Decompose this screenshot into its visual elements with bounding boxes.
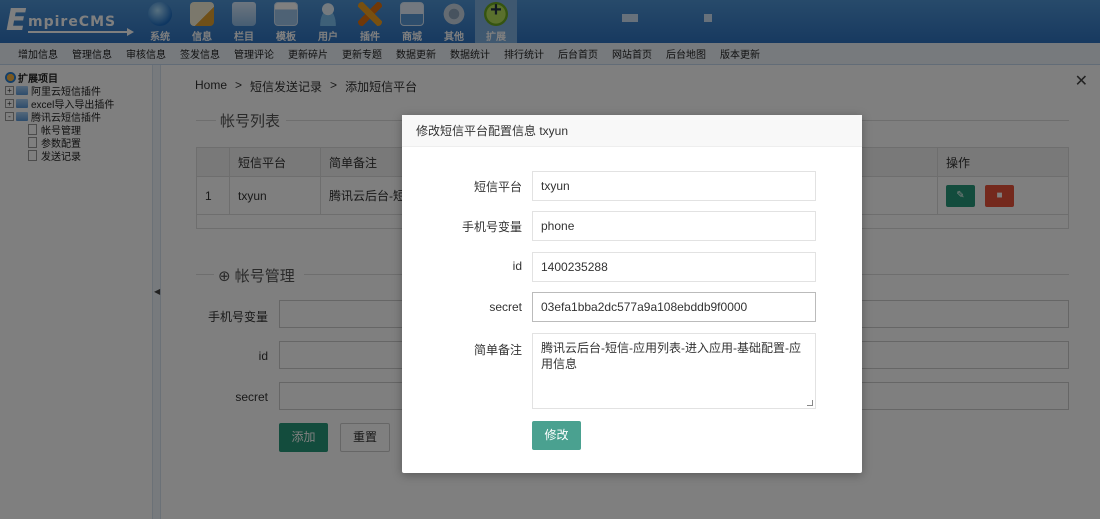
secret-label: secret	[489, 300, 522, 314]
modify-button[interactable]: 修改	[532, 421, 581, 450]
modal-title: 修改短信平台配置信息 txyun	[402, 115, 862, 147]
id-input[interactable]: 1400235288	[532, 252, 816, 282]
resize-handle-icon[interactable]	[807, 400, 813, 406]
note-text: 腾讯云后台-短信-应用列表-进入应用-基础配置-应用信息	[541, 341, 801, 371]
platform-input[interactable]: txyun	[532, 171, 816, 201]
secret-input[interactable]: 03efa1bba2dc577a9a108ebddb9f0000	[532, 292, 816, 322]
note-textarea[interactable]: 腾讯云后台-短信-应用列表-进入应用-基础配置-应用信息	[532, 333, 816, 409]
note-label: 简单备注	[473, 343, 522, 357]
edit-platform-modal: 修改短信平台配置信息 txyun 短信平台 txyun 手机号变量 phone …	[402, 115, 862, 473]
phone-var-label: 手机号变量	[461, 220, 522, 234]
phone-var-input[interactable]: phone	[532, 211, 816, 241]
id-label: id	[512, 259, 522, 273]
platform-label: 短信平台	[473, 180, 522, 194]
